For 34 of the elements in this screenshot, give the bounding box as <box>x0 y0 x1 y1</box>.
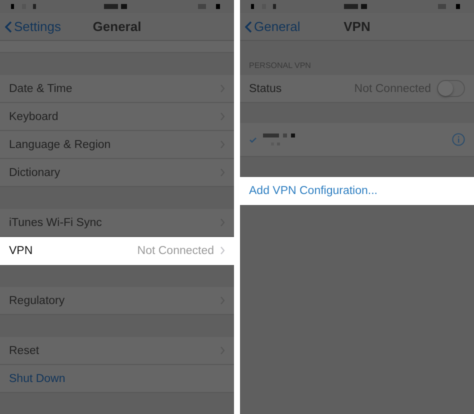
vpn-config-row[interactable] <box>240 123 474 157</box>
redacted-name-drawing <box>263 133 295 146</box>
back-button[interactable]: General <box>240 19 300 34</box>
settings-row[interactable]: Date & Time <box>0 75 234 103</box>
back-chevron-icon <box>5 20 12 32</box>
row-label: Dictionary <box>9 166 62 178</box>
settings-row[interactable]: Language & Region <box>0 131 234 159</box>
row-label: Date & Time <box>9 82 74 94</box>
row-value: Not Connected <box>137 244 214 256</box>
settings-row[interactable]: Reset <box>0 337 234 365</box>
settings-row[interactable]: Regulatory <box>0 287 234 315</box>
row-label: Add VPN Configuration... <box>249 184 378 196</box>
row-label: Language & Region <box>9 138 112 150</box>
row-label: Regulatory <box>9 294 66 306</box>
row-label: Status <box>249 82 283 94</box>
settings-row[interactable]: iTunes Wi-Fi Sync <box>0 209 234 237</box>
back-label: Settings <box>14 19 61 34</box>
row-label: Shut Down <box>9 372 66 384</box>
row-label: Reset <box>9 344 40 356</box>
settings-row[interactable]: Dictionary <box>0 159 234 187</box>
screen-title: VPN <box>344 19 370 34</box>
back-chevron-icon <box>245 20 252 32</box>
settings-row[interactable]: Add VPN Configuration... <box>240 177 474 205</box>
settings-row[interactable]: VPN Not Connected <box>0 237 234 265</box>
back-button[interactable]: Settings <box>0 19 61 34</box>
toggle-switch[interactable] <box>437 80 465 97</box>
back-label: General <box>254 19 300 34</box>
settings-row[interactable]: Keyboard <box>0 103 234 131</box>
row-label: Keyboard <box>9 110 60 122</box>
screen-title: General <box>92 19 142 34</box>
settings-row[interactable]: Shut Down <box>0 365 234 393</box>
row-label: iTunes Wi-Fi Sync <box>9 216 103 228</box>
info-icon[interactable] <box>452 133 465 146</box>
row-label: VPN <box>9 244 34 256</box>
